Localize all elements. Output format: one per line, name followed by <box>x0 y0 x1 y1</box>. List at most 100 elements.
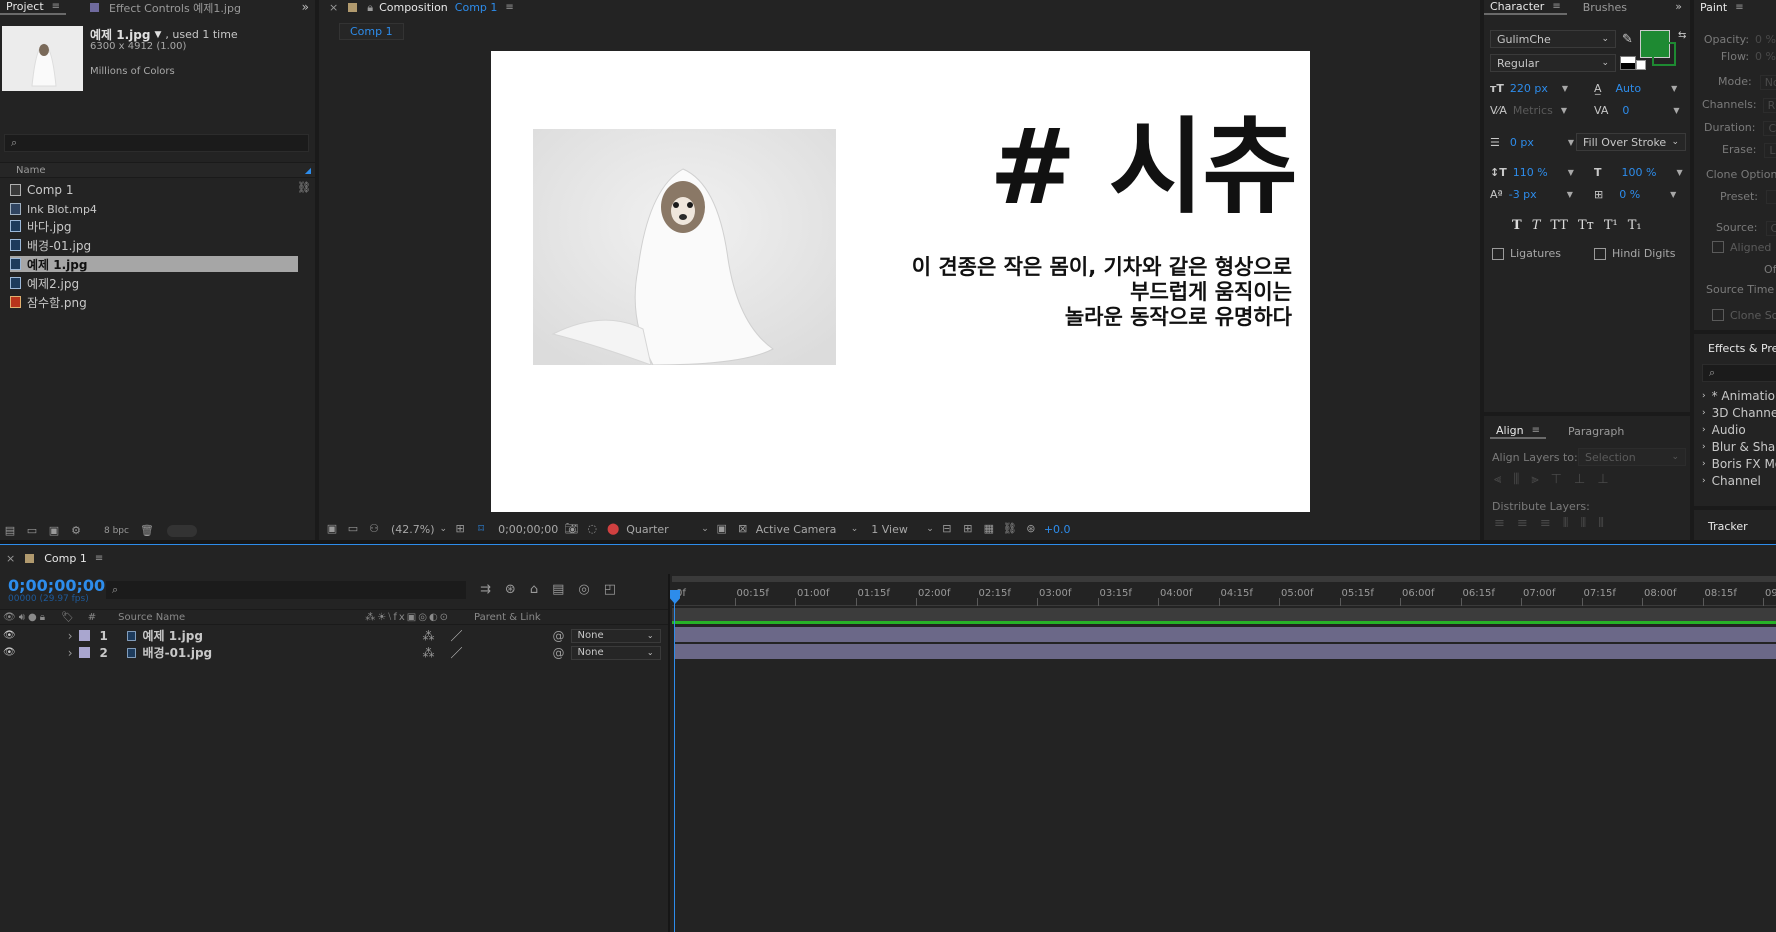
draft-3d-icon[interactable]: ⊛ <box>505 582 516 597</box>
leading-row[interactable]: A̲ Auto ▼ <box>1594 82 1677 95</box>
time-navigator[interactable] <box>672 576 1776 582</box>
erase-dropdown[interactable]: La <box>1764 143 1776 158</box>
subscript-button[interactable]: T₁ <box>1628 218 1642 233</box>
close-tab-icon[interactable]: × <box>6 552 15 565</box>
exposure-value[interactable]: +0.0 <box>1044 523 1071 536</box>
chevron-down-icon[interactable]: ⌄ <box>851 524 859 534</box>
project-slider[interactable] <box>166 525 197 537</box>
monitor-icon[interactable]: ▭ <box>345 522 361 536</box>
frame-blending-icon[interactable]: ▤ <box>552 582 564 597</box>
quality-switch-icon[interactable]: ／ <box>451 627 463 644</box>
panel-overflow-icon[interactable]: » <box>302 0 309 14</box>
tab-brushes[interactable]: Brushes <box>1577 1 1633 14</box>
mask-visibility-icon[interactable]: ⚇ <box>366 522 382 536</box>
project-item-example1[interactable]: 예제 1.jpg <box>10 256 298 272</box>
new-composition-icon[interactable]: ▣ <box>46 524 62 538</box>
project-item-bada[interactable]: 바다.jpg <box>10 218 298 234</box>
transparency-grid-icon[interactable]: ⊠ <box>735 522 751 536</box>
chevron-down-icon[interactable]: ⌄ <box>701 524 709 534</box>
tsume-row[interactable]: ⊞ 0 % ▼ <box>1594 188 1676 201</box>
project-item-background[interactable]: 배경-01.jpg <box>10 237 298 253</box>
zoom-dropdown[interactable]: (42.7%) <box>391 523 435 536</box>
no-color-icon[interactable] <box>1636 60 1646 70</box>
comp-body-text[interactable]: 이 견종은 작은 몸이, 기차와 같은 형상으로 부드럽게 움직이는 놀라운 동… <box>821 255 1292 330</box>
chevron-down-icon[interactable]: ▼ <box>1567 190 1573 199</box>
effect-category[interactable]: › * Animation <box>1702 387 1776 404</box>
project-search-input[interactable]: ⌕ <box>4 134 309 152</box>
collapse-switch-icon[interactable]: ⁂ <box>423 629 435 643</box>
comp-flowchart-icon[interactable]: ▦ <box>981 522 997 536</box>
chevron-down-icon[interactable]: ▼ <box>1671 84 1677 93</box>
menu-icon[interactable]: ≡ <box>505 2 513 13</box>
distribute-bottom-icon[interactable]: ≡ <box>1540 516 1551 531</box>
expand-chevron-icon[interactable]: › <box>68 629 73 643</box>
parent-dropdown[interactable]: None ⌄ <box>570 645 661 660</box>
effect-category[interactable]: › Audio <box>1702 421 1776 438</box>
comp-title-text[interactable]: # 시츄 <box>936 107 1298 227</box>
align-left-icon[interactable]: ⫷ <box>1494 472 1501 487</box>
layer-name[interactable]: 배경-01.jpg <box>143 644 393 661</box>
channel-color-icon[interactable]: ⬤ <box>605 522 621 536</box>
project-settings-icon[interactable]: ⚙ <box>68 524 84 538</box>
comp-subtab[interactable]: Comp 1 <box>339 23 404 40</box>
tab-paint[interactable]: Paint ≡ <box>1694 1 1750 14</box>
effects-panel-title[interactable]: Effects & Pres <box>1708 342 1776 355</box>
tab-character[interactable]: Character ≡ <box>1484 0 1567 15</box>
align-top-icon[interactable]: ⊤ <box>1551 472 1562 487</box>
quality-switch-icon[interactable]: ／ <box>451 644 463 661</box>
layer-label-color[interactable] <box>78 630 90 641</box>
title-safe-icon[interactable]: ⊞ <box>452 522 468 536</box>
layer-name[interactable]: 예제 1.jpg <box>143 627 393 644</box>
align-selection-dropdown[interactable]: Selection ⌄ <box>1578 448 1686 466</box>
menu-icon[interactable]: ≡ <box>52 1 60 12</box>
kerning-value[interactable]: Metrics <box>1513 104 1553 117</box>
hindi-digits-checkbox[interactable]: Hindi Digits <box>1594 247 1675 260</box>
resolution-dropdown[interactable]: Quarter <box>626 523 696 536</box>
bpc-button[interactable]: 8 bpc <box>100 526 133 536</box>
source-name-header[interactable]: Source Name <box>118 612 185 623</box>
menu-icon[interactable]: ≡ <box>95 553 103 564</box>
dropdown-arrow-icon[interactable]: ▼ <box>154 30 161 40</box>
layer-label-color[interactable] <box>78 647 90 658</box>
checkbox[interactable] <box>1594 247 1606 260</box>
distribute-top-icon[interactable]: ≡ <box>1494 516 1505 531</box>
chevron-down-icon[interactable]: ▼ <box>1568 138 1574 147</box>
motion-blur-icon[interactable]: ◎ <box>578 582 589 597</box>
region-of-interest-icon[interactable]: ⌑ <box>473 522 489 536</box>
flowchart-icon[interactable]: ⛓ <box>297 181 311 194</box>
visibility-eye-icon[interactable]: 👁︎ <box>3 630 16 641</box>
checkbox[interactable] <box>1712 309 1724 321</box>
leading-value[interactable]: Auto <box>1616 82 1642 95</box>
collapse-switch-icon[interactable]: ⁂ <box>423 646 435 660</box>
panel-overflow-icon[interactable]: » <box>1675 0 1682 13</box>
expand-chevron-icon[interactable]: › <box>68 646 73 660</box>
tab-paragraph[interactable]: Paragraph <box>1562 425 1630 438</box>
timeline-panel-icon[interactable]: ⊞ <box>960 522 976 536</box>
shy-layers-icon[interactable]: ⌂ <box>530 582 538 597</box>
stroke-color-swatch[interactable] <box>1652 42 1676 66</box>
dog-photo-layer[interactable] <box>533 129 836 365</box>
comp-mini-flowchart-icon[interactable]: ⇉ <box>480 582 491 597</box>
black-white-swatch-icon[interactable] <box>1620 56 1636 70</box>
effect-category[interactable]: › Boris FX Mo <box>1702 455 1776 472</box>
stroke-width-value[interactable]: 0 px <box>1510 136 1534 149</box>
tsume-value[interactable]: 0 % <box>1619 188 1640 201</box>
layer-2-duration-bar[interactable] <box>674 644 1776 659</box>
vertical-scale-row[interactable]: ↕T 110 % ▼ <box>1490 166 1574 179</box>
align-right-icon[interactable]: ⫸ <box>1531 472 1538 487</box>
tracking-row[interactable]: VA 0 ▼ <box>1594 104 1680 117</box>
comp-viewer-area[interactable]: # 시츄 이 견종은 작은 몸이, 기차와 같은 형상으로 부드럽게 움직이는 … <box>319 45 1480 515</box>
align-hcenter-icon[interactable]: ⫼ <box>1513 472 1519 487</box>
chevron-down-icon[interactable]: ▼ <box>1673 106 1679 115</box>
timeline-current-time[interactable]: 0;00;00;00 <box>8 576 105 595</box>
toggle-pixel-aspect-icon[interactable]: ⊟ <box>939 522 955 536</box>
effects-search-input[interactable]: ⌕ <box>1702 364 1776 382</box>
camera-dropdown[interactable]: Active Camera <box>756 523 846 536</box>
views-dropdown[interactable]: 1 View <box>871 523 921 536</box>
align-bottom-icon[interactable]: ⊥ <box>1597 472 1608 487</box>
chevron-down-icon[interactable]: ▼ <box>1670 190 1676 199</box>
distribute-vcenter-icon[interactable]: ≡ <box>1517 516 1528 531</box>
current-time-field[interactable]: 0;00;00;00 <box>498 523 558 536</box>
graph-editor-icon[interactable]: ◰ <box>604 582 616 597</box>
work-area-bar[interactable] <box>672 608 1776 622</box>
